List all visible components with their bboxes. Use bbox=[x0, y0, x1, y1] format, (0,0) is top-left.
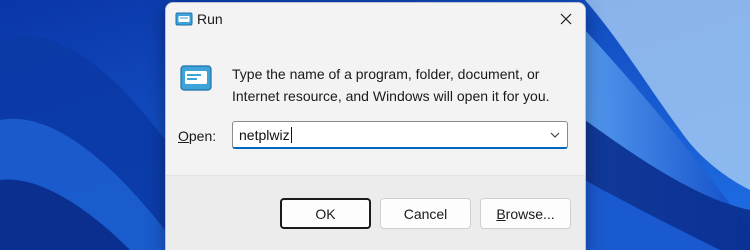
browse-accelerator: B bbox=[496, 205, 506, 222]
text-caret bbox=[290, 127, 292, 143]
open-label-rest: pen: bbox=[188, 128, 217, 144]
cancel-button[interactable]: Cancel bbox=[380, 198, 471, 229]
desktop: Run Type the name of a program, folder, … bbox=[0, 0, 750, 250]
run-dialog: Run Type the name of a program, folder, … bbox=[165, 2, 586, 250]
open-combobox[interactable]: netplwiz bbox=[232, 121, 568, 149]
ok-button[interactable]: OK bbox=[280, 198, 371, 229]
close-icon bbox=[560, 13, 572, 25]
window-title: Run bbox=[197, 11, 223, 27]
browse-label-rest: rowse... bbox=[505, 205, 555, 222]
open-label-accelerator: O bbox=[178, 128, 189, 144]
title-bar[interactable]: Run bbox=[166, 3, 585, 35]
close-button[interactable] bbox=[547, 3, 585, 35]
button-bar: OK Cancel Browse... bbox=[166, 175, 585, 250]
run-icon bbox=[175, 12, 193, 26]
description-text: Type the name of a program, folder, docu… bbox=[232, 66, 550, 104]
run-app-icon bbox=[180, 65, 212, 91]
browse-button[interactable]: Browse... bbox=[480, 198, 571, 229]
open-label: Open: bbox=[178, 128, 216, 144]
chevron-down-icon[interactable] bbox=[549, 129, 561, 141]
open-input[interactable]: netplwiz bbox=[239, 127, 292, 143]
dialog-content: Type the name of a program, folder, docu… bbox=[166, 35, 585, 175]
open-input-value: netplwiz bbox=[239, 127, 290, 143]
